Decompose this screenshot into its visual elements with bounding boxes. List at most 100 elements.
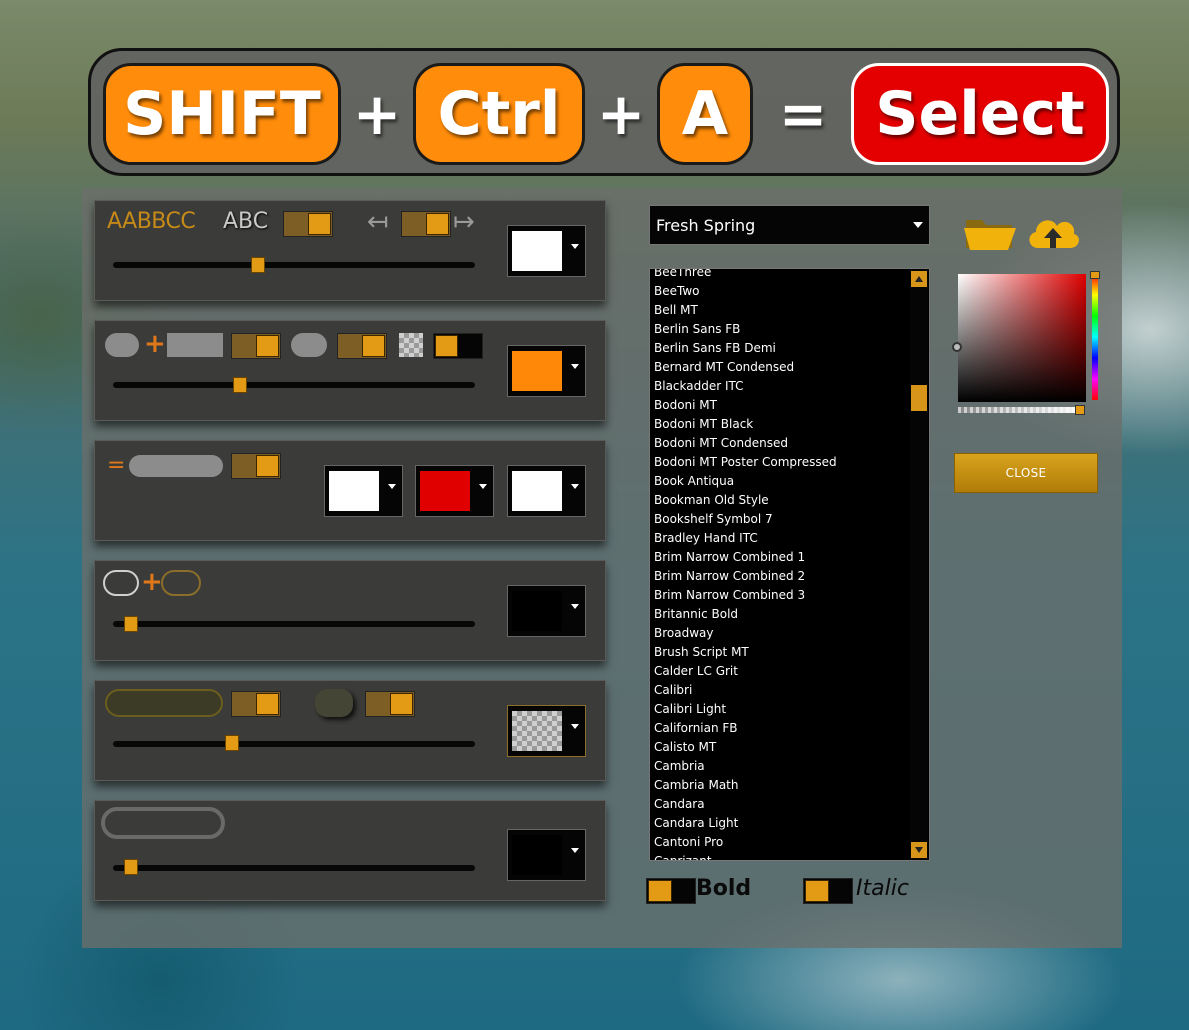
outline-color-swatch-1[interactable] — [324, 465, 403, 517]
scroll-thumb[interactable] — [911, 385, 927, 411]
font-list-item[interactable]: Brush Script MT — [654, 643, 909, 662]
close-button[interactable]: CLOSE — [954, 453, 1098, 493]
font-list-item[interactable]: Bodoni MT Condensed — [654, 434, 909, 453]
font-list-item[interactable]: Brim Narrow Combined 3 — [654, 586, 909, 605]
font-list-item[interactable]: Brim Narrow Combined 1 — [654, 548, 909, 567]
shrink-arrow-icon: ↤ — [367, 207, 389, 237]
upload-cloud-icon[interactable] — [1024, 210, 1082, 254]
round-toggle[interactable] — [337, 333, 387, 359]
font-list[interactable]: BeeThree BeeTwo Bell MT Berlin Sans FB Berli… — [649, 268, 930, 861]
font-list-item[interactable]: Candara — [654, 795, 909, 814]
font-list-item[interactable]: Berlin Sans FB — [654, 320, 909, 339]
transparency-icon — [399, 333, 423, 357]
frame-shape-icon — [101, 807, 225, 839]
font-list-item[interactable]: Caprizant — [654, 852, 909, 860]
frame-style-card — [94, 800, 606, 901]
border-style-card: + — [94, 560, 606, 661]
shadow-color-swatch[interactable] — [507, 705, 586, 757]
pill-shape-icon — [291, 333, 327, 357]
shadow-slider[interactable] — [113, 741, 475, 747]
shadow-blob-icon — [315, 689, 353, 717]
font-list-item[interactable]: Britannic Bold — [654, 605, 909, 624]
picker-cursor[interactable] — [952, 342, 962, 352]
shape-color-swatch[interactable] — [507, 345, 586, 397]
font-list-item[interactable]: Book Antiqua — [654, 472, 909, 491]
italic-toggle[interactable] — [803, 878, 853, 904]
font-list-item[interactable]: Bookman Old Style — [654, 491, 909, 510]
chevron-down-icon — [571, 848, 579, 853]
shape-slider-thumb[interactable] — [232, 377, 247, 393]
scroll-down-icon[interactable] — [911, 842, 927, 858]
plus-icon: + — [141, 567, 163, 597]
border-shape-icon — [103, 570, 139, 596]
font-list-item[interactable]: Calisto MT — [654, 738, 909, 757]
font-list-item[interactable]: Calder LC Grit — [654, 662, 909, 681]
font-list-item[interactable]: Bell MT — [654, 301, 909, 320]
chevron-down-icon — [479, 484, 487, 489]
spacing-toggle[interactable] — [401, 211, 451, 237]
alpha-slider[interactable] — [958, 407, 1084, 413]
frame-slider-thumb[interactable] — [124, 859, 139, 875]
shadow-toggle[interactable] — [231, 691, 281, 717]
font-list-item[interactable]: Cambria Math — [654, 776, 909, 795]
outline-shape-icon — [129, 455, 223, 477]
font-list-item[interactable]: Bodoni MT Poster Compressed — [654, 453, 909, 472]
rect-shape-icon — [167, 333, 223, 357]
font-list-scrollbar[interactable] — [910, 270, 928, 859]
outline-style-card: = — [94, 440, 606, 541]
font-list-item[interactable]: BeeThree — [654, 269, 909, 282]
font-list-item[interactable]: Broadway — [654, 624, 909, 643]
font-list-item[interactable]: Brim Narrow Combined 2 — [654, 567, 909, 586]
frame-color-swatch[interactable] — [507, 829, 586, 881]
case-label: AABBCC — [107, 209, 196, 234]
font-list-item[interactable]: Californian FB — [654, 719, 909, 738]
transparency-toggle[interactable] — [433, 333, 483, 359]
border-slider-thumb[interactable] — [124, 616, 139, 632]
bold-toggle[interactable] — [646, 878, 696, 904]
font-list-item[interactable]: Blackadder ITC — [654, 377, 909, 396]
font-list-item[interactable]: Cambria — [654, 757, 909, 776]
outline-color-swatch-2[interactable] — [415, 465, 494, 517]
shadow-slider-thumb[interactable] — [225, 735, 240, 751]
font-list-item[interactable]: Berlin Sans FB Demi — [654, 339, 909, 358]
shadow-shape-icon — [105, 689, 223, 717]
chevron-down-icon — [571, 724, 579, 729]
text-color-swatch[interactable] — [507, 225, 586, 277]
chevron-down-icon — [388, 484, 396, 489]
outline-toggle[interactable] — [231, 453, 281, 479]
alpha-slider-thumb[interactable] — [1075, 405, 1085, 415]
outline-color-swatch-3[interactable] — [507, 465, 586, 517]
border-color-swatch[interactable] — [507, 585, 586, 637]
border-slider[interactable] — [113, 621, 475, 627]
uppercase-toggle[interactable] — [283, 211, 333, 237]
folder-icon[interactable] — [962, 216, 1018, 252]
font-list-item[interactable]: Bodoni MT — [654, 396, 909, 415]
frame-slider[interactable] — [113, 865, 475, 871]
shape-slider[interactable] — [113, 382, 475, 388]
font-list-item[interactable]: Cantoni Pro — [654, 833, 909, 852]
hue-slider-thumb[interactable] — [1090, 271, 1100, 279]
preset-dropdown[interactable]: Fresh Spring — [649, 205, 930, 245]
font-list-item[interactable]: Bookshelf Symbol 7 — [654, 510, 909, 529]
shape-toggle[interactable] — [231, 333, 281, 359]
chevron-down-icon — [571, 484, 579, 489]
shadow-offset-toggle[interactable] — [365, 691, 415, 717]
color-picker-area[interactable] — [952, 274, 1086, 402]
plus-icon: + — [144, 329, 166, 359]
hue-slider[interactable] — [1092, 274, 1098, 400]
text-size-slider[interactable] — [113, 262, 475, 268]
font-list-item[interactable]: Calibri — [654, 681, 909, 700]
text-size-slider-thumb[interactable] — [250, 257, 265, 273]
abc-label: ABC — [223, 209, 269, 234]
font-list-item[interactable]: Bernard MT Condensed — [654, 358, 909, 377]
plus-sign: + — [596, 80, 646, 148]
font-list-item[interactable]: Calibri Light — [654, 700, 909, 719]
font-list-item[interactable]: Bradley Hand ITC — [654, 529, 909, 548]
font-list-item[interactable]: BeeTwo — [654, 282, 909, 301]
scroll-up-icon[interactable] — [911, 271, 927, 287]
expand-arrow-icon: ↦ — [453, 207, 475, 237]
font-list-item[interactable]: Bodoni MT Black — [654, 415, 909, 434]
font-list-item[interactable]: Candara Light — [654, 814, 909, 833]
a-key: A — [657, 63, 753, 165]
font-items: BeeThree BeeTwo Bell MT Berlin Sans FB Berli… — [654, 269, 909, 860]
